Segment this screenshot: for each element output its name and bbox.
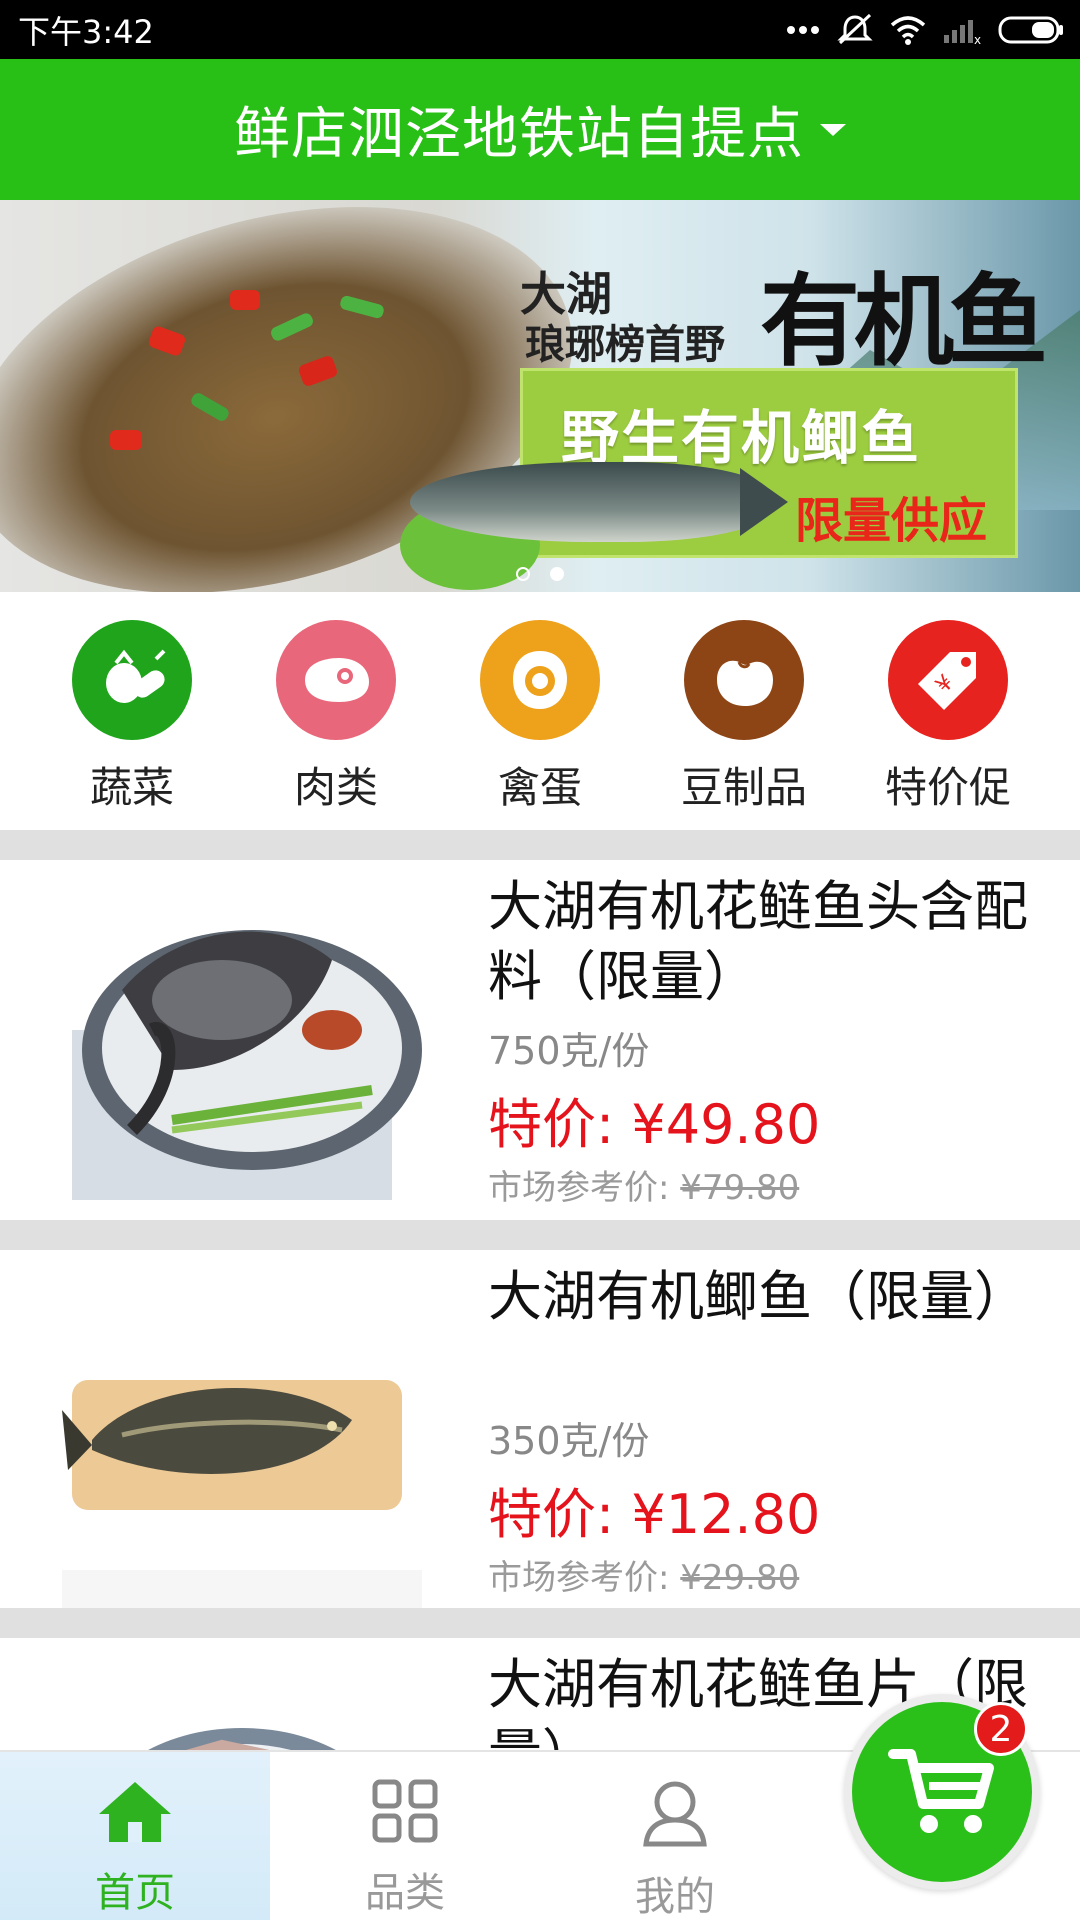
nav-categories[interactable]: 品类 xyxy=(270,1752,540,1920)
banner-brush-text: 有机鱼 xyxy=(760,262,1048,380)
caret-down-icon xyxy=(820,123,846,136)
store-name: 鲜店泗泾地铁站自提点 xyxy=(234,102,804,167)
battery-icon xyxy=(998,10,1064,50)
banner-fish-image xyxy=(410,462,770,542)
nav-label: 首页 xyxy=(95,1870,175,1916)
vibrate-off-icon xyxy=(836,10,874,50)
status-icons: x xyxy=(786,10,1064,50)
market-price-value: ¥29.80 xyxy=(680,1558,800,1598)
cart-icon xyxy=(887,1740,997,1844)
banner-text-subtitle: 琅琊榜首野 xyxy=(525,321,725,368)
price-tag-icon: ¥ xyxy=(888,620,1008,740)
category-vegetables[interactable]: 蔬菜 xyxy=(47,592,217,830)
product-market-price: 市场参考价: ¥79.80 xyxy=(488,1160,799,1209)
section-divider xyxy=(0,830,1080,860)
category-label: 肉类 xyxy=(293,763,378,812)
svg-text:x: x xyxy=(974,33,981,45)
nav-profile[interactable]: 我的 xyxy=(540,1752,810,1920)
cart-badge: 2 xyxy=(974,1702,1028,1756)
category-label: 蔬菜 xyxy=(89,763,174,812)
product-price: 特价: ¥49.80 xyxy=(488,1093,821,1156)
user-icon xyxy=(640,1778,710,1852)
product-spec: 350克/份 xyxy=(488,1419,650,1463)
category-label: 禽蛋 xyxy=(497,763,582,812)
vegetable-icon xyxy=(72,620,192,740)
banner-fish-tail xyxy=(740,468,788,536)
banner-chili xyxy=(110,430,142,450)
product-item[interactable]: 大湖有机花鲢鱼头含配料（限量） 750克/份 特价: ¥49.80 市场参考价:… xyxy=(0,860,1080,1220)
market-price-value: ¥79.80 xyxy=(680,1168,800,1208)
grid-icon xyxy=(371,1778,439,1848)
banner-dot-active[interactable] xyxy=(550,567,564,581)
product-item[interactable]: 大湖有机鲫鱼（限量） 350克/份 特价: ¥12.80 市场参考价: ¥29.… xyxy=(0,1250,1080,1610)
store-selector[interactable]: 鲜店泗泾地铁站自提点 xyxy=(0,59,1080,200)
status-bar: 下午3:42 x xyxy=(0,0,1080,59)
banner-dot[interactable] xyxy=(516,567,530,581)
category-bar: 蔬菜 肉类 禽蛋 豆制品 ¥ 特价促 xyxy=(0,592,1080,830)
market-price-label: 市场参考价: xyxy=(488,1558,681,1598)
banner-chili xyxy=(230,290,260,310)
nav-home[interactable]: 首页 xyxy=(0,1752,270,1920)
market-price-label: 市场参考价: xyxy=(488,1168,681,1208)
product-image xyxy=(62,880,422,1218)
product-name: 大湖有机花鲢鱼头含配料（限量） xyxy=(488,875,1028,1008)
banner-pagination xyxy=(0,567,1080,581)
egg-icon xyxy=(480,620,600,740)
category-specials[interactable]: ¥ 特价促 xyxy=(863,592,1033,830)
status-time: 下午3:42 xyxy=(18,12,154,51)
product-spec: 750克/份 xyxy=(488,1029,650,1073)
meat-icon xyxy=(276,620,396,740)
signal-icon: x xyxy=(942,10,982,50)
home-icon xyxy=(97,1778,173,1848)
product-image xyxy=(62,1270,422,1608)
banner-promo-sub: 限量供应 xyxy=(794,493,987,549)
promo-banner[interactable]: 大湖 琅琊榜首野 有机鱼 野生有机鲫鱼 限量供应 xyxy=(0,200,1080,592)
cart-button[interactable]: 2 xyxy=(844,1694,1040,1890)
category-label: 特价促 xyxy=(884,763,1011,812)
product-name: 大湖有机鲫鱼（限量） xyxy=(488,1265,1028,1328)
section-divider xyxy=(0,1608,1080,1638)
product-market-price: 市场参考价: ¥29.80 xyxy=(488,1550,799,1599)
wifi-icon xyxy=(890,10,926,50)
nav-label: 品类 xyxy=(365,1870,445,1916)
category-tofu[interactable]: 豆制品 xyxy=(659,592,829,830)
bean-icon xyxy=(684,620,804,740)
category-label: 豆制品 xyxy=(680,763,807,812)
section-divider xyxy=(0,1220,1080,1250)
product-price: 特价: ¥12.80 xyxy=(488,1483,821,1546)
more-dots-icon xyxy=(786,10,820,50)
category-eggs[interactable]: 禽蛋 xyxy=(455,592,625,830)
nav-label: 我的 xyxy=(635,1874,715,1920)
product-image xyxy=(62,1658,422,1750)
category-meat[interactable]: 肉类 xyxy=(251,592,421,830)
